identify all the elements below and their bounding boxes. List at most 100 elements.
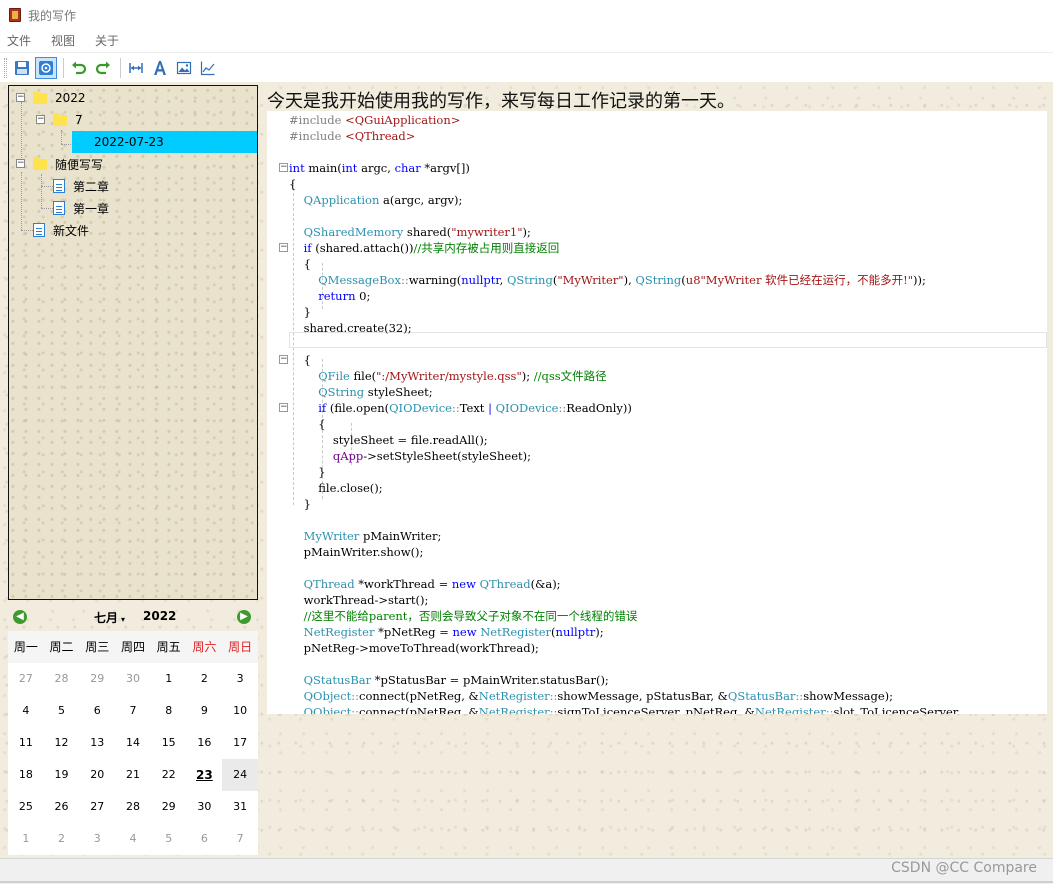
tree-item-date[interactable]: 2022-07-23 [72,131,257,153]
code-line: if (shared.attach())//共享内存被占用则直接返回 [303,241,560,255]
calendar-day[interactable]: 8 [151,695,187,727]
window-title: 我的写作 [28,8,77,23]
tree-item-folder-casual[interactable]: − 随便写写 [11,153,251,175]
calendar-month-selector[interactable]: 七月 ▾ [94,609,125,626]
code-line: QObject::connect(pNetReg, &NetRegister::… [303,689,894,703]
file-tree[interactable]: − 2022 − 7 2022-07-23 − 随便写写 第二章 第一章 新文件 [8,85,258,600]
code-line: QSharedMemory shared("mywriter1"); [303,225,531,239]
toolbar [0,52,1053,82]
width-button[interactable] [125,57,147,79]
calendar-day[interactable]: 13 [79,727,115,759]
weekday-header: 周五 [150,631,187,663]
calendar-day[interactable]: 26 [44,791,80,823]
tree-item-chapter1[interactable]: 第一章 [53,197,253,219]
collapse-toggle[interactable]: − [16,93,25,102]
calendar-day[interactable]: 21 [115,759,151,791]
calendar-day[interactable]: 3 [222,663,258,695]
fold-toggle[interactable]: − [279,403,288,412]
code-line: MyWriter pMainWriter; [303,529,442,543]
document-heading[interactable]: 今天是我开始使用我的写作，来写每日工作记录的第一天。 [267,87,735,113]
chart-button[interactable] [197,57,219,79]
calendar-day[interactable]: 25 [8,791,44,823]
calendar-day[interactable]: 4 [8,695,44,727]
code-line: workThread->start(); [289,593,429,607]
code-line: QObject::connect(pNetReg, &NetRegister::… [303,705,959,714]
calendar-day[interactable]: 15 [151,727,187,759]
undo-button[interactable] [68,57,90,79]
fold-toggle[interactable]: − [279,163,288,172]
bottom-edge [0,881,1053,883]
fold-toggle[interactable]: − [279,243,288,252]
calendar-day[interactable]: 30 [187,791,223,823]
code-line: int main(int argc, char *argv[]) [289,161,470,175]
calendar-day[interactable]: 31 [222,791,258,823]
calendar-day[interactable]: 7 [115,695,151,727]
folder-icon [33,156,47,170]
toolbar-grip[interactable] [4,57,7,78]
calendar-day[interactable]: 1 [151,663,187,695]
calendar-day[interactable]: 5 [151,823,187,855]
calendar-day[interactable]: 1 [8,823,44,855]
calendar-year[interactable]: 2022 [143,609,176,623]
calendar-day[interactable]: 27 [8,663,44,695]
tree-line [21,172,22,230]
tree-item-newfile[interactable]: 新文件 [33,219,253,241]
calendar-day[interactable]: 4 [115,823,151,855]
calendar-day[interactable]: 2 [187,663,223,695]
fold-toggle[interactable]: − [279,355,288,364]
calendar-day[interactable]: 10 [222,695,258,727]
weekday-header: 周三 [79,631,116,663]
tree-item-chapter2[interactable]: 第二章 [53,175,253,197]
calendar-day[interactable]: 2 [44,823,80,855]
calendar-day[interactable]: 9 [187,695,223,727]
view-button[interactable] [35,56,57,79]
chart-icon [200,61,215,75]
calendar-day[interactable]: 5 [44,695,80,727]
calendar-day[interactable]: 12 [44,727,80,759]
code-line: QThread *workThread = new QThread(&a); [303,577,561,591]
image-button[interactable] [173,57,195,79]
tree-line [41,208,53,209]
redo-button[interactable] [92,57,114,79]
code-line: } [289,465,326,479]
tree-item-year[interactable]: − 2022 [11,87,251,109]
menu-about[interactable]: 关于 [89,30,125,52]
collapse-toggle[interactable]: − [16,159,25,168]
calendar-day[interactable]: 27 [79,791,115,823]
calendar-day[interactable]: 16 [187,727,223,759]
calendar-day[interactable]: 11 [8,727,44,759]
code-line: styleSheet = file.readAll(); [289,433,488,447]
calendar-day[interactable]: 22 [151,759,187,791]
tree-item-month[interactable]: − 7 [31,109,251,131]
font-button[interactable] [149,57,171,79]
calendar-day[interactable]: 30 [115,663,151,695]
calendar-day[interactable]: 14 [115,727,151,759]
calendar-day[interactable]: 7 [222,823,258,855]
calendar-day[interactable]: 29 [151,791,187,823]
calendar-day[interactable]: 28 [115,791,151,823]
calendar-day[interactable]: 3 [79,823,115,855]
menu-view[interactable]: 视图 [45,30,81,52]
redo-icon [95,61,110,74]
code-line: { [289,177,297,191]
collapse-toggle[interactable]: − [36,115,45,124]
calendar-day[interactable]: 23 [187,759,223,791]
prev-month-button[interactable]: ◀ [13,610,27,624]
tree-item-label: 新文件 [53,223,90,238]
calendar-day[interactable]: 24 [222,759,258,791]
save-button[interactable] [11,57,33,79]
calendar-day[interactable]: 29 [79,663,115,695]
width-icon [129,62,143,73]
calendar-day[interactable]: 17 [222,727,258,759]
calendar-day[interactable]: 28 [44,663,80,695]
calendar-day[interactable]: 6 [79,695,115,727]
calendar-day[interactable]: 20 [79,759,115,791]
calendar-day[interactable]: 18 [8,759,44,791]
menu-file[interactable]: 文件 [1,30,37,52]
image-icon [176,61,192,74]
code-block[interactable]: − − − − #include <QGuiApplication> #incl… [267,111,1047,714]
calendar-day[interactable]: 19 [44,759,80,791]
calendar-day[interactable]: 6 [187,823,223,855]
weekday-header: 周四 [115,631,151,663]
next-month-button[interactable]: ▶ [237,610,251,624]
